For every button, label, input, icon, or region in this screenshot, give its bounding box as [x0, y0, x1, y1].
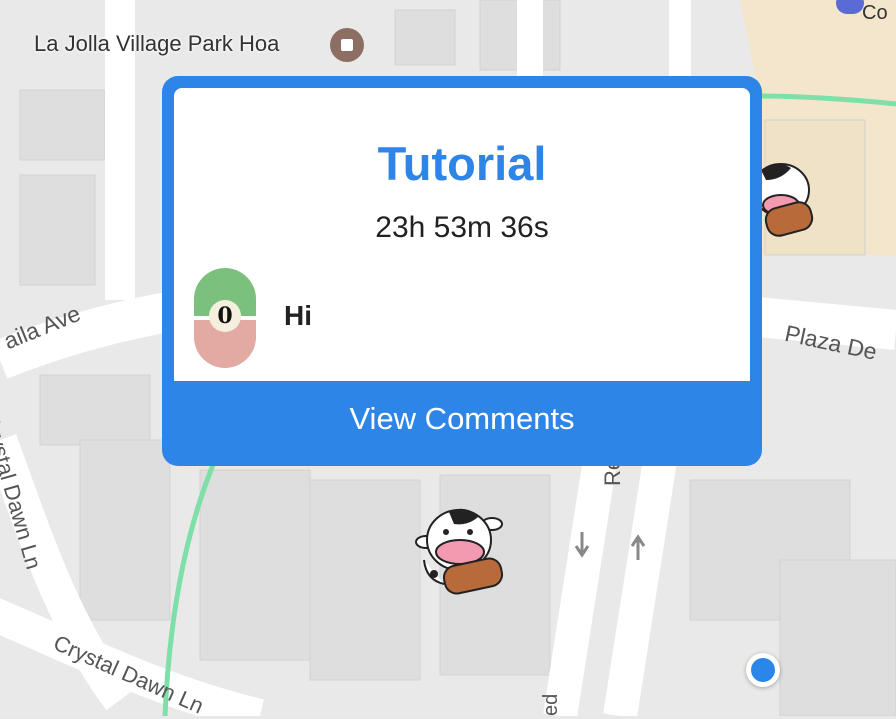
view-comments-button[interactable]: View Comments: [162, 381, 762, 466]
location-dot-icon[interactable]: [746, 653, 780, 687]
vote-widget[interactable]: 0: [194, 268, 256, 368]
cow-icon[interactable]: [404, 500, 514, 600]
vote-count: 0: [209, 300, 241, 332]
post-popup-card: Tutorial 23h 53m 36s 0 Hi View Comments: [162, 76, 762, 466]
countdown-timer: 23h 53m 36s: [375, 211, 549, 244]
poi-label[interactable]: La Jolla Village Park Hoa: [34, 31, 279, 57]
post-popup-body: Tutorial 23h 53m 36s 0 Hi: [174, 88, 750, 381]
street-label-co: Co: [862, 2, 888, 24]
post-text: Hi: [284, 300, 312, 331]
poi-icon[interactable]: [330, 28, 364, 62]
post-title: Tutorial: [377, 137, 547, 190]
street-label-ed: ed: [540, 693, 562, 716]
